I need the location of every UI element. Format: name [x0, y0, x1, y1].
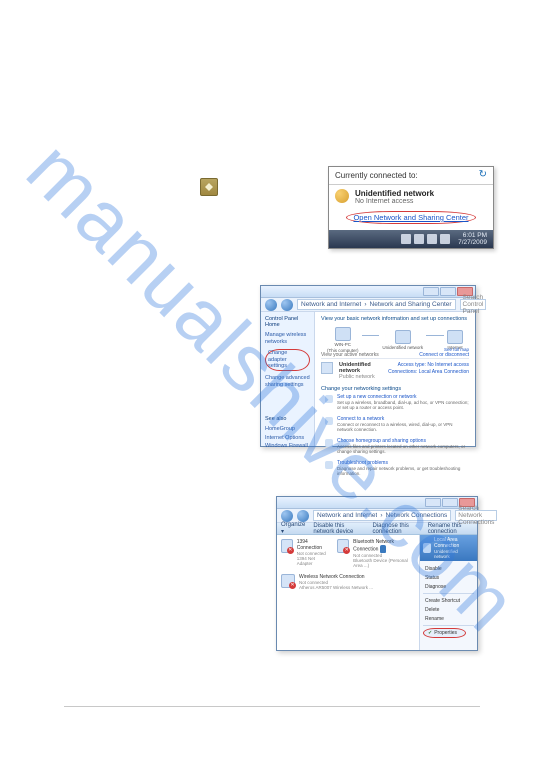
- selected-item[interactable]: Local Area ConnectionUnidentified networ…: [420, 535, 477, 561]
- clock-time[interactable]: 6:01 PM: [458, 232, 487, 239]
- menu-item[interactable]: Status: [423, 573, 474, 582]
- side-link[interactable]: Internet Options: [265, 435, 310, 442]
- globe-icon: [335, 189, 349, 203]
- refresh-icon[interactable]: ↻: [479, 171, 487, 179]
- pc-icon: [335, 327, 351, 341]
- flyout-network-name: Unidentified network: [355, 189, 434, 198]
- fwd-button[interactable]: [297, 510, 309, 522]
- back-button[interactable]: [265, 299, 277, 311]
- side-link[interactable]: HomeGroup: [265, 426, 310, 433]
- side-link[interactable]: Windows Firewall: [265, 443, 310, 450]
- menu-item[interactable]: Diagnose: [423, 582, 474, 591]
- network-tray-icon[interactable]: [200, 178, 218, 196]
- active-net-icon: [321, 362, 333, 374]
- see-also: See also: [265, 416, 310, 422]
- menu-item[interactable]: Rename: [423, 614, 474, 623]
- task-icon: [325, 461, 333, 469]
- max-button[interactable]: [442, 498, 458, 507]
- bluetooth-icon: [380, 545, 386, 553]
- properties-item[interactable]: ✓Properties: [423, 628, 466, 638]
- side-link[interactable]: Change advanced sharing settings: [265, 375, 310, 388]
- min-button[interactable]: [423, 287, 439, 296]
- active-net-name: Unidentified network: [339, 362, 382, 374]
- check-icon: ✓: [428, 630, 432, 636]
- change-adapter-link[interactable]: Change adapter settings: [265, 349, 310, 371]
- left-panel: Control Panel Home Manage wireless netwo…: [261, 312, 315, 446]
- task-icon: [325, 417, 333, 425]
- main-heading: View your basic network information and …: [321, 316, 469, 322]
- inet-icon: [447, 330, 463, 344]
- flyout-heading: Currently connected to:: [335, 171, 418, 180]
- task-icon: [325, 395, 333, 403]
- network-flyout: ↻ Currently connected to: Unidentified n…: [328, 166, 494, 249]
- side-link[interactable]: Manage wireless networks: [265, 332, 310, 345]
- cp-home[interactable]: Control Panel Home: [265, 316, 310, 328]
- adapter-icon: [337, 539, 349, 553]
- tool-item[interactable]: Rename this connection: [428, 523, 473, 535]
- connections-window: Network and Internet › Network Connectio…: [276, 496, 478, 651]
- max-button[interactable]: [440, 287, 456, 296]
- page-divider: [64, 706, 480, 707]
- tray-volume-icon[interactable]: [440, 234, 450, 244]
- adapter-icon: [281, 539, 293, 553]
- flyout-network-sub: No Internet access: [355, 198, 434, 205]
- clock-date[interactable]: 7/27/2009: [458, 239, 487, 246]
- connection-item[interactable]: Wireless Network ConnectionNot connected…: [281, 574, 415, 590]
- menu-item[interactable]: Disable: [423, 564, 474, 573]
- tray-flag-icon[interactable]: [401, 234, 411, 244]
- search-input[interactable]: Search Network Connections: [455, 510, 497, 521]
- lan-link[interactable]: Local Area Connection: [419, 369, 469, 375]
- fwd-button[interactable]: [281, 299, 293, 311]
- adapter-icon: [423, 543, 431, 553]
- menu-item[interactable]: Delete: [423, 605, 474, 614]
- net-icon: [395, 330, 411, 344]
- connect-disconnect[interactable]: Connect or disconnect: [419, 352, 469, 358]
- taskbar: 6:01 PM 7/27/2009: [329, 230, 493, 248]
- connection-item[interactable]: 1394 ConnectionNot connected1394 Net Ada…: [281, 539, 327, 568]
- back-button[interactable]: [281, 510, 293, 522]
- menu-item[interactable]: Create Shortcut: [423, 596, 474, 605]
- connection-item[interactable]: Bluetooth Network ConnectionNot connecte…: [337, 539, 415, 568]
- tool-item[interactable]: Diagnose this connection: [373, 523, 420, 535]
- sharing-center-window: Network and Internet › Network and Shari…: [260, 285, 476, 447]
- adapter-icon: [281, 574, 295, 588]
- context-menu: Disable Status Diagnose Create Shortcut …: [423, 564, 474, 638]
- breadcrumb[interactable]: Network and Internet › Network Connectio…: [313, 510, 451, 521]
- tray-net-icon[interactable]: [414, 234, 424, 244]
- breadcrumb[interactable]: Network and Internet › Network and Shari…: [297, 299, 456, 310]
- open-sharing-center-link[interactable]: Open Network and Sharing Center: [346, 211, 475, 224]
- tool-item[interactable]: Disable this network device: [313, 523, 364, 535]
- organize-menu[interactable]: Organize ▾: [281, 522, 305, 535]
- search-input[interactable]: Search Control Panel: [460, 299, 487, 310]
- min-button[interactable]: [425, 498, 441, 507]
- tray-power-icon[interactable]: [427, 234, 437, 244]
- task-icon: [325, 439, 333, 447]
